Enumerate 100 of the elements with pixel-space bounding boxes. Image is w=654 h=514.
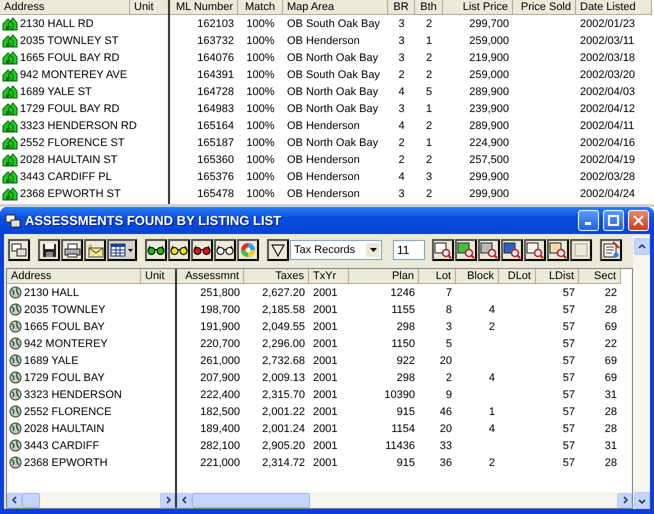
globe-icon bbox=[9, 354, 22, 367]
column-header[interactable]: Date Listed bbox=[576, 0, 652, 15]
table-cell-text: 2,732.68 bbox=[261, 354, 306, 366]
table-cell-text: 4 bbox=[397, 170, 406, 182]
table-cell-text: 2002/04/16 bbox=[579, 136, 636, 148]
scroll-up-button[interactable] bbox=[634, 238, 650, 255]
count-field[interactable]: 11 bbox=[393, 240, 425, 260]
glasses-icon bbox=[193, 245, 211, 255]
column-header[interactable]: DLot bbox=[499, 269, 536, 284]
lookup-button[interactable] bbox=[455, 239, 477, 261]
table-cell-text: 915 bbox=[396, 406, 416, 418]
lookup-button[interactable] bbox=[524, 239, 546, 261]
table-cell-text: 164076 bbox=[196, 52, 235, 64]
scroll-left-button[interactable] bbox=[7, 492, 22, 508]
records-dropdown[interactable]: Tax Records bbox=[290, 240, 382, 260]
scroll-thumb[interactable] bbox=[22, 492, 40, 508]
table-cell-text: 100% bbox=[245, 154, 276, 166]
scroll-thumb[interactable] bbox=[192, 492, 310, 508]
table-cell-text: 198,700 bbox=[199, 304, 241, 316]
email-button[interactable] bbox=[84, 239, 106, 261]
column-header[interactable]: Match bbox=[238, 0, 283, 15]
table-cell-text: 2 bbox=[397, 136, 406, 148]
table-cell-text: 251,800 bbox=[199, 286, 241, 298]
lookup-button[interactable] bbox=[501, 239, 523, 261]
column-header[interactable]: Map Area bbox=[283, 0, 388, 15]
column-header[interactable]: Address bbox=[0, 0, 130, 15]
column-header[interactable]: BR bbox=[388, 0, 415, 15]
table-cell-text: 2,001.24 bbox=[261, 422, 306, 434]
minimize-button[interactable] bbox=[578, 210, 599, 231]
lookup-button[interactable] bbox=[432, 239, 454, 261]
clear-filter-button[interactable] bbox=[214, 239, 236, 261]
house-icon bbox=[2, 152, 18, 167]
table-cell-text: 57 bbox=[562, 304, 576, 316]
table-cell-text: 28 bbox=[604, 456, 618, 468]
house-icon bbox=[2, 50, 18, 65]
table-cell-text: 2,009.13 bbox=[261, 372, 306, 384]
table-cell-text: 2001 bbox=[312, 372, 338, 384]
window-button[interactable] bbox=[8, 239, 30, 261]
table-cell-text: 3 bbox=[397, 52, 406, 64]
lookup-button[interactable] bbox=[547, 239, 569, 261]
table-cell-text: 3 bbox=[397, 188, 406, 200]
table-cell-text: 11436 bbox=[384, 440, 416, 452]
column-header[interactable]: Lot bbox=[419, 269, 456, 284]
settings-button[interactable] bbox=[600, 239, 622, 261]
color-button[interactable] bbox=[237, 239, 259, 261]
table-cell-text: OB Henderson bbox=[286, 188, 361, 200]
column-header[interactable]: Assessmnt bbox=[177, 269, 244, 284]
column-header[interactable]: List Price bbox=[443, 0, 513, 15]
table-cell-text: 1150 bbox=[390, 338, 416, 350]
scroll-right-button[interactable] bbox=[160, 492, 175, 508]
lookup-button[interactable] bbox=[478, 239, 500, 261]
filter-button[interactable] bbox=[191, 239, 213, 261]
table-cell-text: 20 bbox=[438, 422, 453, 434]
filter-button[interactable] bbox=[267, 239, 289, 261]
column-header[interactable]: Unit bbox=[130, 0, 168, 15]
scroll-left-button[interactable] bbox=[177, 492, 192, 508]
column-header[interactable]: Sect bbox=[579, 269, 621, 284]
address-cell: 2130 HALL RD bbox=[20, 18, 94, 30]
table-cell-text: 1154 bbox=[390, 422, 416, 434]
scroll-right-button[interactable] bbox=[617, 492, 632, 508]
table-cell-text: 1155 bbox=[390, 304, 416, 316]
column-header[interactable]: Taxes bbox=[244, 269, 309, 284]
column-header[interactable]: TxYr bbox=[309, 269, 349, 284]
column-header[interactable]: Block bbox=[456, 269, 499, 284]
table-cell-text: 2,905.20 bbox=[261, 440, 306, 452]
maximize-button[interactable] bbox=[603, 210, 624, 231]
table-cell-text: 3 bbox=[444, 320, 453, 332]
lookup-button[interactable] bbox=[570, 239, 592, 261]
column-header[interactable]: Plan bbox=[349, 269, 419, 284]
globe-icon bbox=[9, 388, 22, 401]
scroll-down-button[interactable] bbox=[634, 492, 650, 509]
save-button[interactable] bbox=[38, 239, 60, 261]
address-cell: 1729 FOUL BAY bbox=[24, 372, 105, 384]
table-cell-text: 4 bbox=[397, 86, 406, 98]
table-cell-text: 2 bbox=[424, 120, 434, 132]
grid-view-button[interactable] bbox=[107, 239, 137, 261]
table-cell-text: 8 bbox=[444, 304, 453, 316]
filter-button[interactable] bbox=[145, 239, 167, 261]
print-button[interactable] bbox=[61, 239, 83, 261]
chevron-icon bbox=[10, 496, 18, 504]
table-cell-text: 298 bbox=[396, 320, 416, 332]
column-header[interactable]: Price Sold bbox=[513, 0, 576, 15]
column-header[interactable]: Unit bbox=[141, 269, 175, 284]
column-header[interactable]: ML Number bbox=[170, 0, 238, 15]
table-cell-text: 2002/03/11 bbox=[579, 34, 636, 46]
filter-button[interactable] bbox=[168, 239, 190, 261]
close-button[interactable] bbox=[628, 210, 649, 231]
column-header[interactable]: LDist bbox=[536, 269, 579, 284]
column-header[interactable]: Bth bbox=[415, 0, 443, 15]
table-cell-text: 2001 bbox=[312, 320, 338, 332]
table-cell-text: 2002/03/20 bbox=[579, 68, 636, 80]
dropdown-button[interactable] bbox=[365, 242, 381, 258]
table-cell-text: 5 bbox=[424, 86, 434, 98]
address-cell: 1689 YALE bbox=[24, 354, 79, 366]
column-header[interactable]: Address bbox=[7, 269, 141, 284]
table-cell-text: 2 bbox=[424, 52, 434, 64]
table-cell-text: 2002/04/03 bbox=[579, 86, 636, 98]
table-cell-text: OB Henderson bbox=[286, 120, 361, 132]
table-cell-text: 100% bbox=[245, 86, 276, 98]
printer-icon bbox=[64, 242, 80, 258]
